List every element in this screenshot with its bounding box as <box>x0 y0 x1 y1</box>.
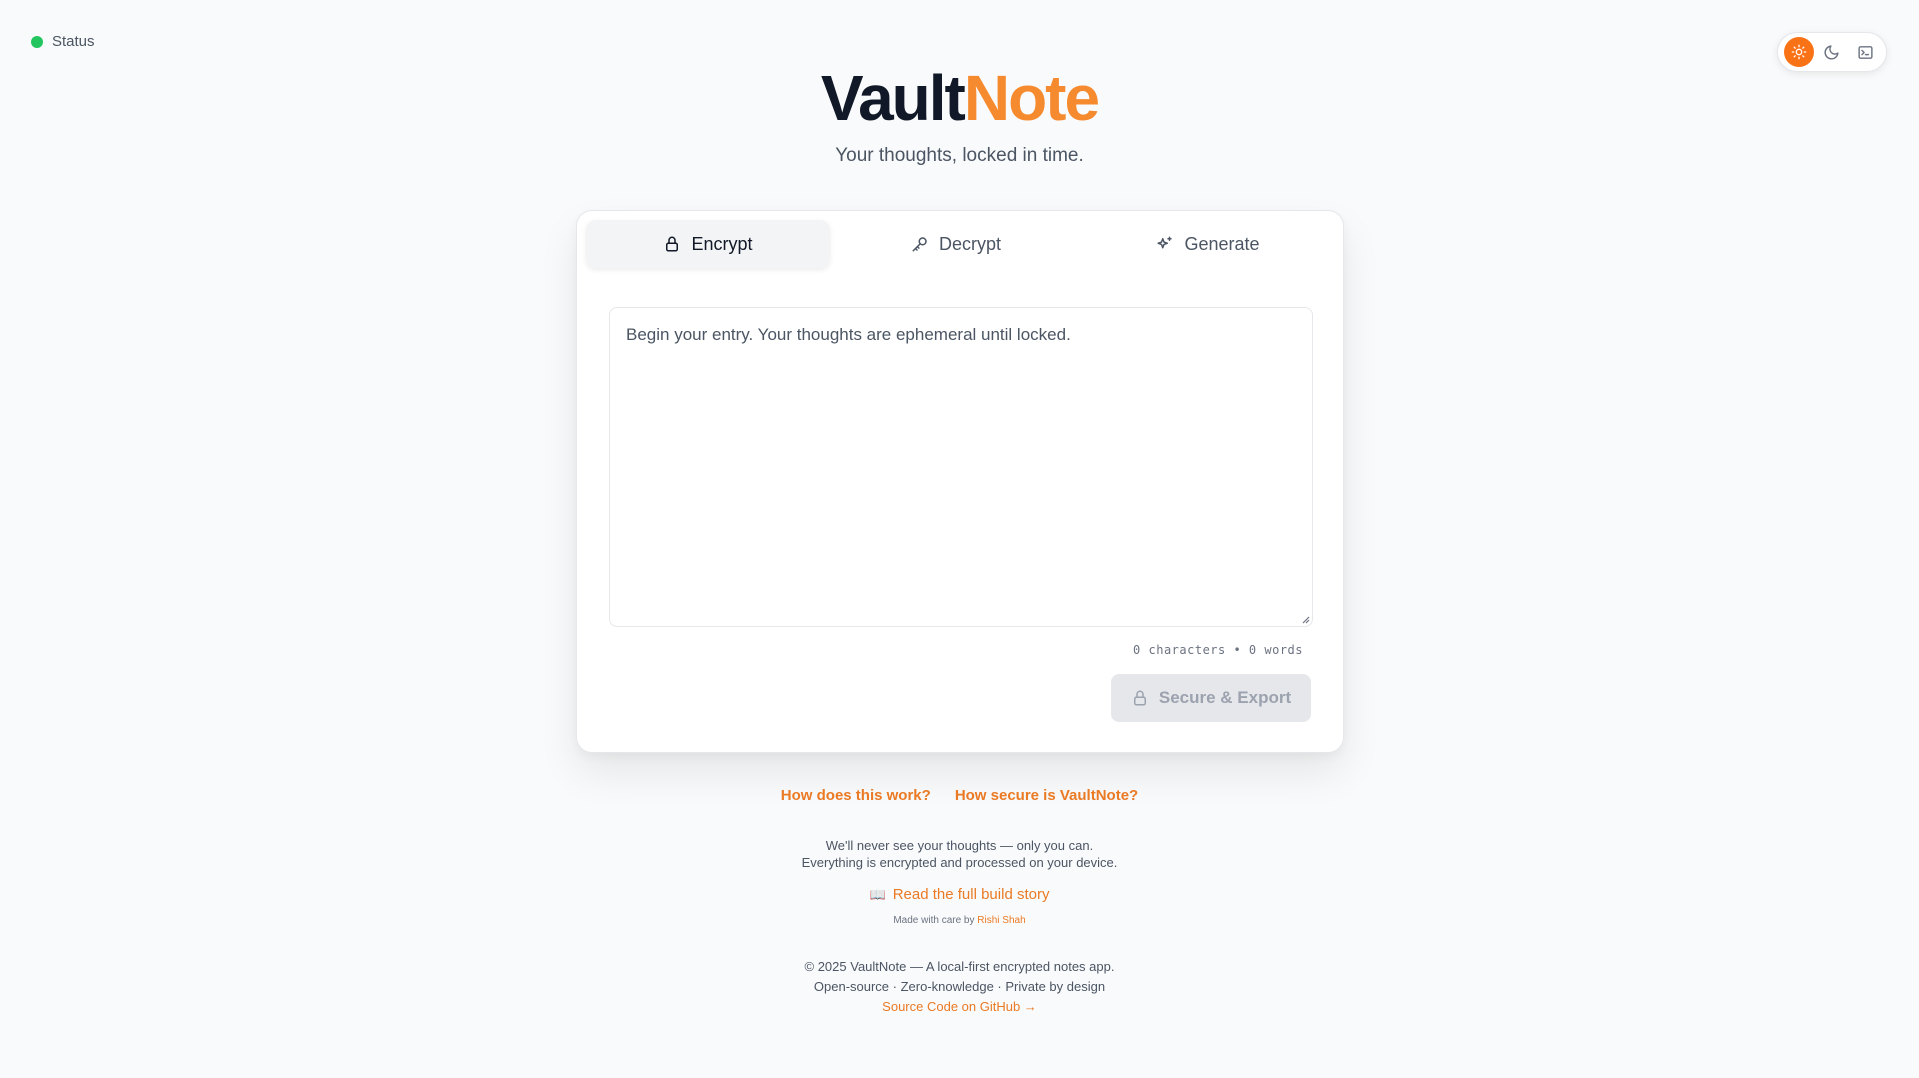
tab-encrypt-label: Encrypt <box>691 233 753 254</box>
how-secure-link[interactable]: How secure is VaultNote? <box>955 787 1138 804</box>
made-with-credit: Made with care by Rishi Shah <box>0 915 1919 926</box>
status-dot <box>31 35 43 48</box>
lock-icon <box>1131 689 1149 707</box>
main-card: Encrypt Decrypt Generate Begin your entr… <box>576 210 1344 753</box>
tab-encrypt[interactable]: Encrypt <box>586 220 830 268</box>
note-textarea[interactable]: Begin your entry. Your thoughts are ephe… <box>609 307 1313 627</box>
author-link[interactable]: Rishi Shah <box>977 915 1025 926</box>
help-links: How does this work? How secure is VaultN… <box>0 787 1919 804</box>
page: Status VaultNote Your thoughts, locked i… <box>0 0 1919 1078</box>
key-icon <box>911 235 929 253</box>
privacy-line-1: We'll never see your thoughts — only you… <box>825 838 1094 853</box>
build-story-link[interactable]: 📖 Read the full build story <box>0 886 1919 903</box>
github-link[interactable]: Source Code on GitHub → <box>0 997 1919 1017</box>
brand-part-note: Note <box>963 62 1100 134</box>
build-story-label: Read the full build story <box>892 886 1050 903</box>
character-word-counter: 0 characters • 0 words <box>1133 643 1303 657</box>
footer: © 2025 VaultNote — A local-first encrypt… <box>0 957 1919 1017</box>
note-placeholder: Begin your entry. Your thoughts are ephe… <box>626 325 1071 344</box>
how-it-works-link[interactable]: How does this work? <box>781 787 931 804</box>
privacy-line-2: Everything is encrypted and processed on… <box>801 855 1118 870</box>
book-icon: 📖 <box>869 886 886 902</box>
mode-tabs: Encrypt Decrypt Generate <box>586 220 1334 268</box>
lock-icon <box>663 235 681 253</box>
footer-tags: Open-source · Zero-knowledge · Private b… <box>813 979 1106 994</box>
privacy-note: We'll never see your thoughts — only you… <box>0 837 1919 871</box>
tab-decrypt[interactable]: Decrypt <box>830 220 1082 268</box>
made-with-prefix: Made with care by <box>893 915 978 926</box>
status-label: Status <box>52 33 95 50</box>
secure-export-button[interactable]: Secure & Export <box>1111 674 1311 722</box>
brand-part-vault: Vault <box>820 62 966 134</box>
tagline: Your thoughts, locked in time. <box>835 145 1084 166</box>
copyright-text: © 2025 VaultNote — A local-first encrypt… <box>804 959 1115 974</box>
tab-decrypt-label: Decrypt <box>938 233 1001 254</box>
resize-handle-icon[interactable] <box>1300 614 1310 624</box>
tab-generate-label: Generate <box>1184 233 1260 254</box>
status-indicator[interactable]: Status <box>31 33 95 50</box>
secure-export-label: Secure & Export <box>1158 688 1292 707</box>
brand-logo: VaultNote <box>0 58 1919 138</box>
sparkles-icon <box>1156 235 1174 253</box>
tab-generate[interactable]: Generate <box>1082 220 1334 268</box>
